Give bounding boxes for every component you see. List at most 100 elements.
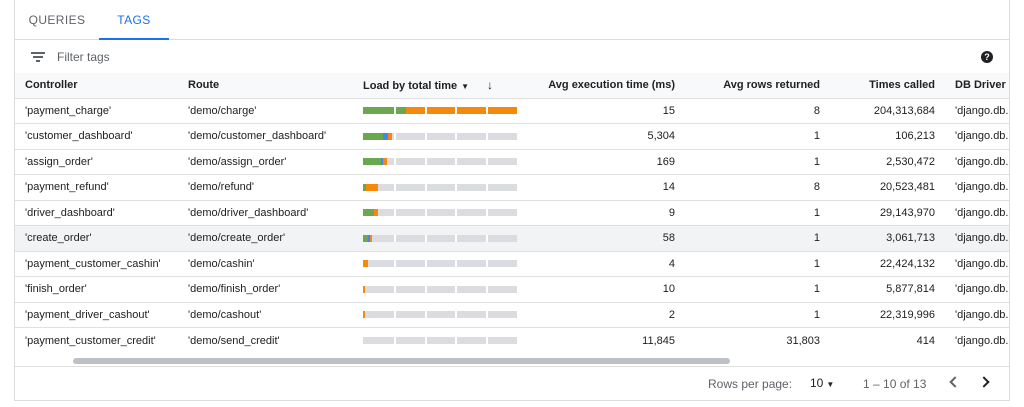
load-bar-green [363,132,384,140]
load-bar-divider [455,234,457,242]
cell-route: 'demo/customer_dashboard' [178,123,353,149]
load-bar [363,158,517,166]
cell-db-driver: 'django.db.b [945,97,1009,124]
load-bar-orange [406,107,517,115]
load-bar-divider [394,158,396,166]
load-bar [363,260,517,268]
cell-times-called: 22,424,132 [830,250,945,277]
table-row[interactable]: 'payment_refund''demo/refund' 14 8 20,523,4… [15,174,1009,200]
table-row[interactable]: 'assign_order''demo/assign_order' 169 1 2,5… [15,148,1009,175]
column-header-avg-rows[interactable]: Avg rows returned [685,73,830,98]
load-bar-divider [425,209,427,217]
load-bar-track [363,260,517,268]
scrollbar-thumb[interactable] [73,358,730,364]
help-icon[interactable]: ? [981,51,993,63]
load-bar-divider [455,107,457,115]
column-header-route[interactable]: Route [178,73,353,98]
load-bar-divider [455,158,457,166]
cell-times-called: 2,530,472 [830,148,945,175]
cell-load [353,199,523,226]
cell-load [353,148,523,175]
load-bar-track [363,337,517,344]
load-bar-divider [394,234,396,242]
load-bar-divider [425,337,427,344]
cell-avg-rows: 1 [685,250,830,277]
horizontal-scrollbar[interactable] [15,356,1009,366]
cell-avg-exec: 14 [523,174,685,200]
cell-avg-exec: 11,845 [523,327,685,353]
cell-times-called: 204,313,684 [830,97,945,124]
rows-per-page-select[interactable]: 10 ▼ [810,376,834,390]
load-bar-divider [394,311,396,319]
cell-controller: 'customer_dashboard' [15,123,178,149]
cell-avg-exec: 15 [523,97,685,124]
cell-avg-exec: 58 [523,225,685,251]
table-row[interactable]: 'customer_dashboard''demo/customer_dashb… [15,123,1009,149]
load-bar-divider [455,132,457,140]
load-bar-orange [373,209,379,217]
cell-route: 'demo/assign_order' [178,148,353,175]
load-bar [363,107,517,115]
cell-avg-rows: 1 [685,148,830,175]
load-bar-divider [486,183,488,191]
load-bar-orange [363,285,366,293]
load-bar-divider [394,183,396,191]
column-header-load[interactable]: Load by total time ▼ ↓ [353,73,523,98]
cell-controller: 'payment_charge' [15,97,178,124]
load-bar-divider [394,209,396,217]
load-bar-orange [363,260,368,268]
next-page-button[interactable] [977,372,997,394]
cell-times-called: 106,213 [830,123,945,149]
load-bar-track [363,311,517,319]
load-header-label: Load by total time [363,80,458,93]
load-bar-divider [425,234,427,242]
cell-route: 'demo/driver_dashboard' [178,199,353,226]
cell-db-driver: 'django.db.b [945,123,1009,149]
table-header-row: Controller Route Load by total time ▼ ↓ Av… [15,73,1009,98]
arrow-down-icon[interactable]: ↓ [487,78,493,92]
table-row[interactable]: 'payment_driver_cashout''demo/cashout' 2 1… [15,301,1009,328]
load-bar [363,311,517,319]
cell-load [353,276,523,302]
cell-controller: 'payment_driver_cashout' [15,301,178,328]
load-bar-orange [363,311,366,319]
table-row[interactable]: 'create_order''demo/create_order' 58 1 3,06… [15,225,1009,251]
tab-queries[interactable]: QUERIES [25,0,89,39]
cell-avg-exec: 2 [523,301,685,328]
load-bar-orange [383,158,387,166]
table-row[interactable]: 'driver_dashboard''demo/driver_dashboard… [15,199,1009,226]
column-header-controller[interactable]: Controller [15,73,178,98]
filter-input[interactable] [57,47,357,67]
load-bar-divider [425,183,427,191]
table-row[interactable]: 'payment_customer_cashin''demo/cashin' 4 1… [15,250,1009,277]
previous-page-button[interactable] [943,372,963,394]
load-bar-divider [486,260,488,268]
table-row[interactable]: 'payment_charge''demo/charge' 15 8 204,313,… [15,97,1009,124]
cell-load [353,225,523,251]
cell-load [353,97,523,124]
column-header-db-driver[interactable]: DB Driver [945,73,1009,98]
table-row[interactable]: 'finish_order''demo/finish_order' 10 1 5,87… [15,276,1009,302]
table-row[interactable]: 'payment_customer_credit''demo/send_cred… [15,327,1009,353]
pagination-footer: Rows per page: 10 ▼ 1 – 10 of 13 [15,366,1009,400]
column-header-times-called[interactable]: Times called [830,73,945,98]
chevron-left-icon [949,376,961,388]
load-bar-divider [455,183,457,191]
load-bar [363,337,517,344]
cell-route: 'demo/finish_order' [178,276,353,302]
cell-avg-exec: 5,304 [523,123,685,149]
cell-times-called: 3,061,713 [830,225,945,251]
rows-per-page-value: 10 [810,376,824,390]
load-bar-divider [425,260,427,268]
caret-down-icon[interactable]: ▼ [461,82,469,91]
load-bar-green [363,107,407,115]
cell-avg-exec: 4 [523,250,685,277]
column-header-avg-exec[interactable]: Avg execution time (ms) [523,73,685,98]
load-bar-track [363,183,517,191]
cell-times-called: 22,319,996 [830,301,945,328]
load-bar [363,183,517,191]
filter-icon[interactable] [31,52,45,62]
tab-tags[interactable]: TAGS [99,0,169,40]
load-bar-divider [394,132,396,140]
cell-controller: 'driver_dashboard' [15,199,178,226]
